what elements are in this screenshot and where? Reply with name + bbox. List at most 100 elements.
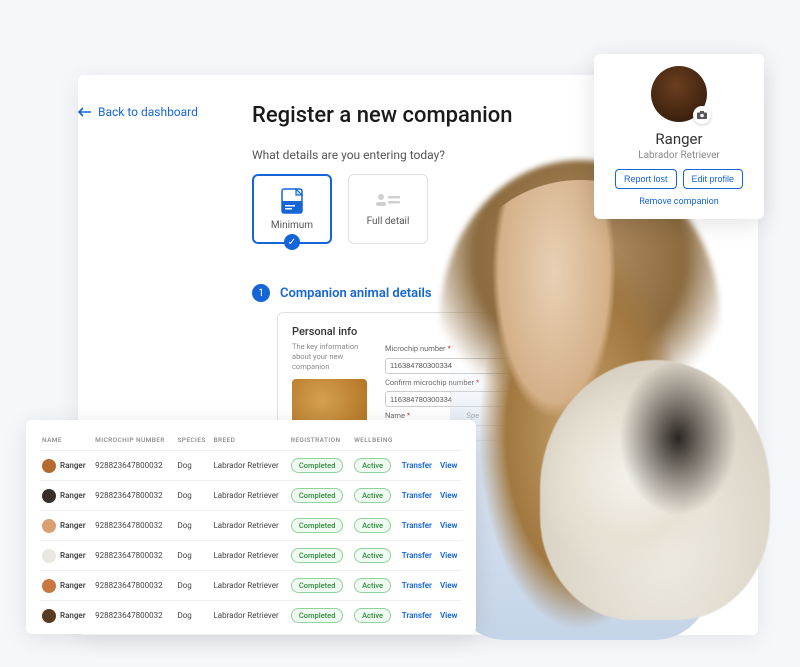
remove-companion-link[interactable]: Remove companion	[606, 197, 752, 207]
cell-wellbeing: Active	[352, 481, 400, 511]
cell-name: Ranger	[40, 601, 93, 631]
cell-registration: Completed	[289, 451, 352, 481]
cell-species: Dog	[175, 541, 211, 571]
wellbeing-badge: Active	[354, 548, 391, 563]
cell-breed: Labrador Retriever	[211, 541, 288, 571]
cell-name: Ranger	[40, 451, 93, 481]
registration-badge: Completed	[291, 518, 344, 533]
avatar[interactable]	[651, 66, 707, 122]
second-input[interactable]	[467, 425, 543, 441]
registration-badge: Completed	[291, 578, 344, 593]
row-avatar	[42, 609, 56, 623]
cell-species: Dog	[175, 571, 211, 601]
confirm-microchip-input[interactable]	[385, 391, 542, 407]
col-breed: BREED	[211, 430, 288, 451]
cell-chip: 928823647800032	[93, 601, 175, 631]
row-avatar	[42, 549, 56, 563]
transfer-link[interactable]: Transfer	[402, 461, 432, 470]
option-minimum-label: Minimum	[271, 220, 313, 231]
table-row: Ranger928823647800032DogLabrador Retriev…	[40, 451, 462, 481]
view-link[interactable]: View	[440, 461, 457, 470]
cell-breed: Labrador Retriever	[211, 511, 288, 541]
row-avatar	[42, 459, 56, 473]
transfer-link[interactable]: Transfer	[402, 581, 432, 590]
cell-chip: 928823647800032	[93, 511, 175, 541]
cell-registration: Completed	[289, 571, 352, 601]
step-title: Companion animal details	[280, 286, 432, 301]
arrow-left-icon	[78, 107, 92, 117]
cell-breed: Labrador Retriever	[211, 481, 288, 511]
transfer-link[interactable]: Transfer	[402, 491, 432, 500]
registration-badge: Completed	[291, 608, 344, 623]
table-row: Ranger928823647800032DogLabrador Retriev…	[40, 571, 462, 601]
confirm-microchip-label: Confirm microchip number *	[385, 378, 542, 387]
cell-species: Dog	[175, 511, 211, 541]
registration-badge: Completed	[291, 548, 344, 563]
view-link[interactable]: View	[440, 611, 457, 620]
wellbeing-badge: Active	[354, 458, 391, 473]
cell-species: Dog	[175, 451, 211, 481]
cell-breed: Labrador Retriever	[211, 571, 288, 601]
cell-breed: Labrador Retriever	[211, 601, 288, 631]
cell-registration: Completed	[289, 511, 352, 541]
cell-wellbeing: Active	[352, 451, 400, 481]
cell-species: Dog	[175, 481, 211, 511]
table-row: Ranger928823647800032DogLabrador Retriev…	[40, 601, 462, 631]
companion-table-card: NAME MICROCHIP NUMBER SPECIES BREED REGI…	[26, 420, 476, 634]
row-avatar	[42, 489, 56, 503]
camera-icon[interactable]	[693, 106, 711, 124]
registration-badge: Completed	[291, 458, 344, 473]
pet-breed: Labrador Retriever	[606, 150, 752, 161]
registration-badge: Completed	[291, 488, 344, 503]
cell-name: Ranger	[40, 511, 93, 541]
view-link[interactable]: View	[440, 581, 457, 590]
option-full-label: Full detail	[367, 216, 410, 227]
profile-card: Ranger Labrador Retriever Report lost Ed…	[594, 54, 764, 219]
microchip-label: Microchip number *	[385, 344, 542, 353]
row-avatar	[42, 579, 56, 593]
microchip-input[interactable]	[385, 358, 542, 374]
pet-name: Ranger	[606, 130, 752, 148]
transfer-link[interactable]: Transfer	[402, 551, 432, 560]
cell-registration: Completed	[289, 481, 352, 511]
wellbeing-badge: Active	[354, 488, 391, 503]
back-link-label: Back to dashboard	[98, 105, 198, 119]
view-link[interactable]: View	[440, 491, 457, 500]
transfer-link[interactable]: Transfer	[402, 611, 432, 620]
cell-name: Ranger	[40, 571, 93, 601]
option-full-detail[interactable]: Full detail	[348, 174, 428, 244]
cell-chip: 928823647800032	[93, 481, 175, 511]
transfer-link[interactable]: Transfer	[402, 521, 432, 530]
table-row: Ranger928823647800032DogLabrador Retriev…	[40, 541, 462, 571]
cell-wellbeing: Active	[352, 541, 400, 571]
cell-breed: Labrador Retriever	[211, 451, 288, 481]
document-icon	[281, 188, 303, 214]
check-icon: ✓	[284, 234, 300, 250]
cell-registration: Completed	[289, 541, 352, 571]
col-microchip: MICROCHIP NUMBER	[93, 430, 175, 451]
step-row: 1 Companion animal details	[252, 284, 724, 302]
option-minimum[interactable]: Minimum ✓	[252, 174, 332, 244]
edit-profile-button[interactable]: Edit profile	[683, 169, 744, 189]
step-number: 1	[252, 284, 270, 302]
report-lost-button[interactable]: Report lost	[615, 169, 677, 189]
col-name: NAME	[40, 430, 93, 451]
companion-table: NAME MICROCHIP NUMBER SPECIES BREED REGI…	[40, 430, 462, 630]
view-link[interactable]: View	[440, 521, 457, 530]
cell-name: Ranger	[40, 481, 93, 511]
back-to-dashboard-link[interactable]: Back to dashboard	[78, 105, 198, 119]
table-row: Ranger928823647800032DogLabrador Retriev…	[40, 511, 462, 541]
wellbeing-badge: Active	[354, 518, 391, 533]
cell-chip: 928823647800032	[93, 541, 175, 571]
view-link[interactable]: View	[440, 551, 457, 560]
cell-chip: 928823647800032	[93, 571, 175, 601]
table-row: Ranger928823647800032DogLabrador Retriev…	[40, 481, 462, 511]
second-label: Spe	[467, 411, 543, 420]
wellbeing-badge: Active	[354, 608, 391, 623]
col-wellbeing: WELLBEING	[352, 430, 400, 451]
cell-wellbeing: Active	[352, 571, 400, 601]
wellbeing-badge: Active	[354, 578, 391, 593]
name-label: Name *	[385, 411, 461, 420]
cell-species: Dog	[175, 601, 211, 631]
personal-info-heading: Personal info	[292, 325, 542, 338]
